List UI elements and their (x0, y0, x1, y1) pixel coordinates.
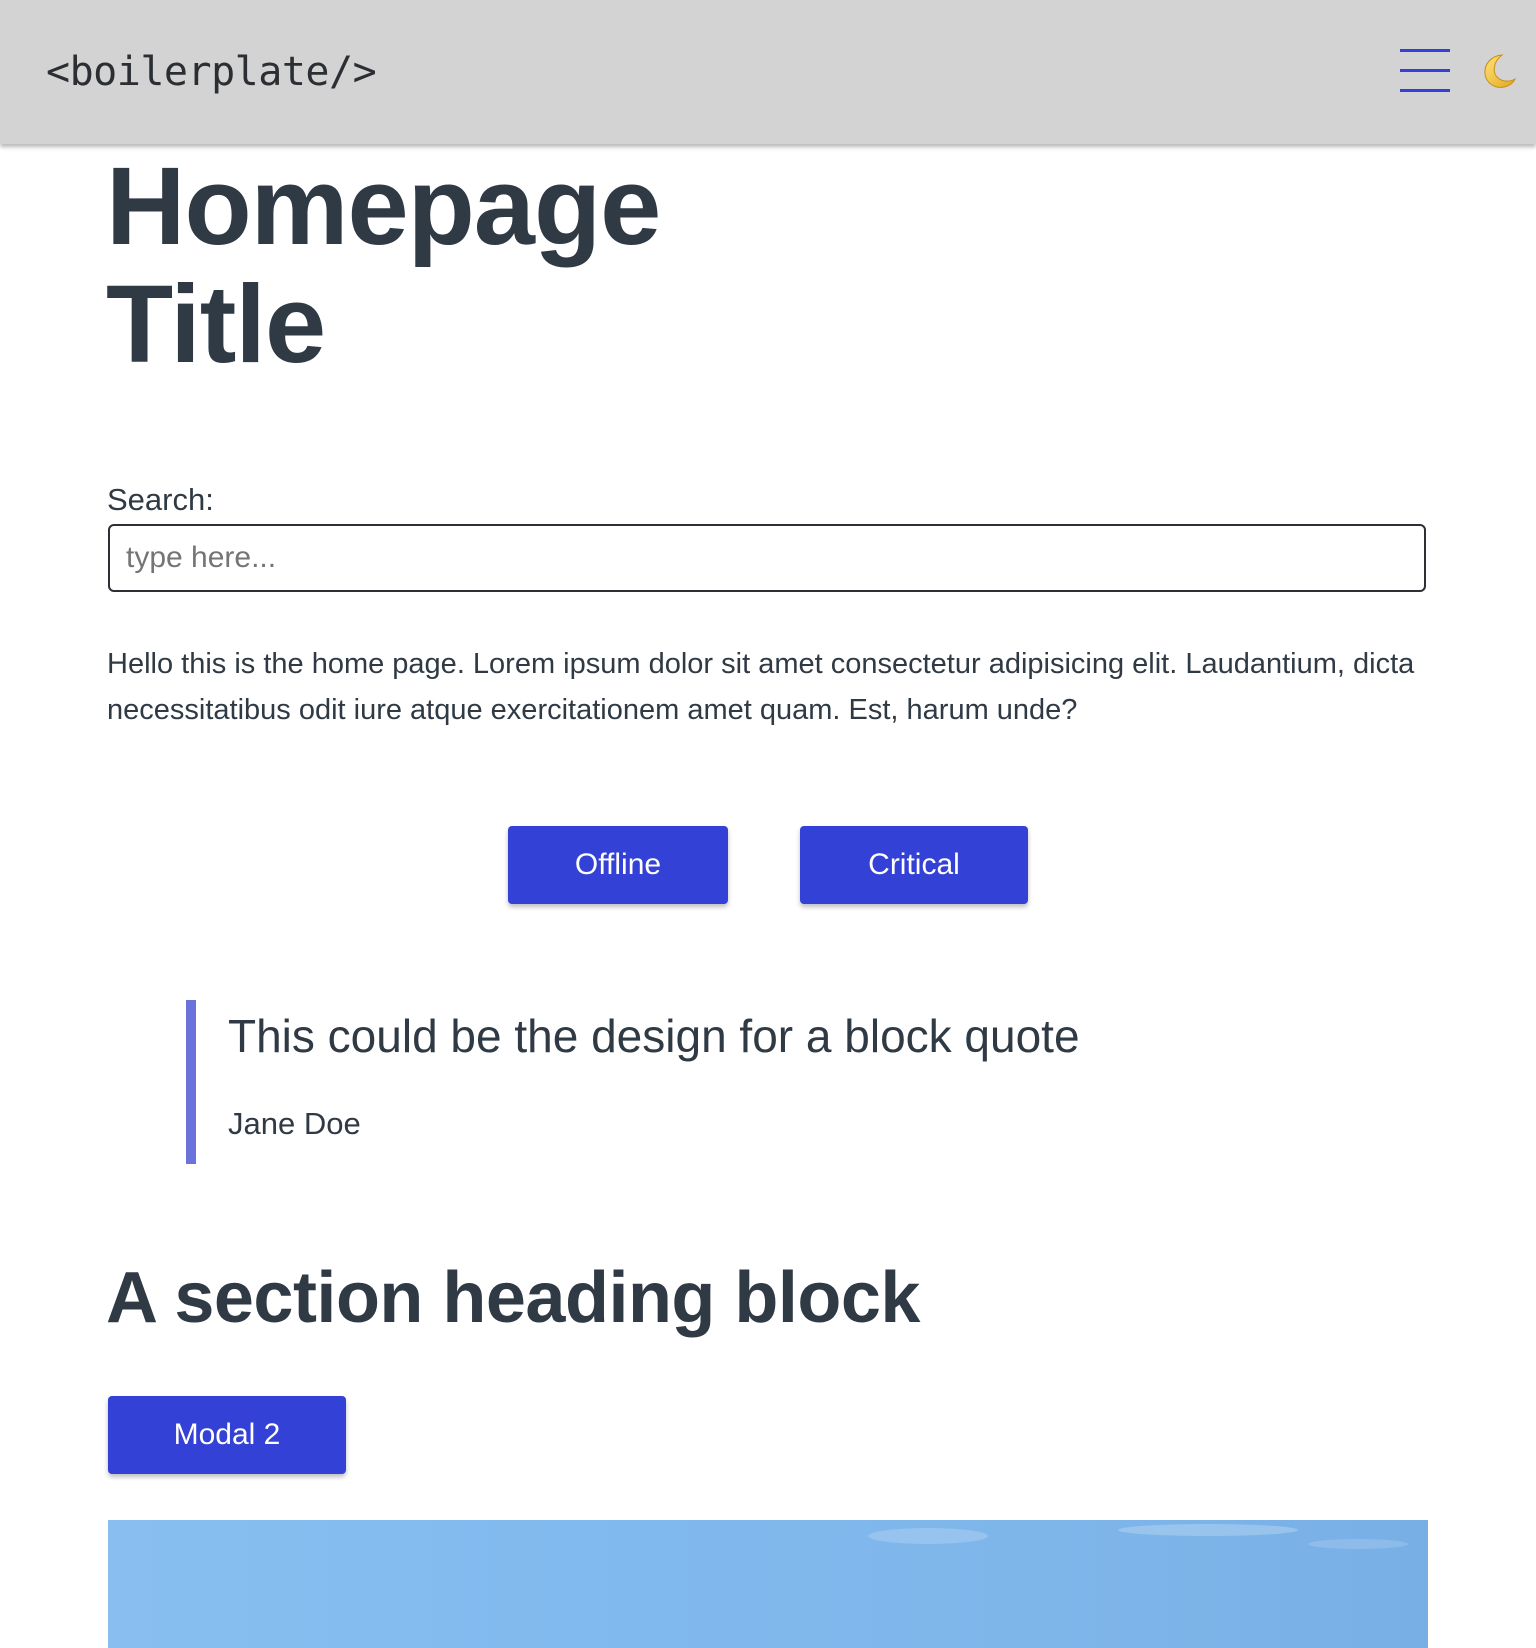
site-header: <boilerplate/> (0, 0, 1536, 144)
hamburger-icon-line-middle (1400, 69, 1450, 72)
brand-logo-link[interactable]: <boilerplate/> (46, 44, 377, 100)
moon-icon (1484, 54, 1517, 88)
quote-text: This could be the design for a block quo… (228, 1010, 1080, 1062)
modal-2-button[interactable]: Modal 2 (108, 1396, 346, 1474)
sky-clouds (868, 1524, 1408, 1549)
hamburger-icon-line-top (1400, 49, 1450, 52)
sky-image (108, 1520, 1428, 1648)
critical-button[interactable]: Critical (800, 826, 1028, 904)
section-heading: A section heading block (106, 1258, 920, 1338)
search-label: Search: (107, 482, 214, 517)
theme-toggle-button[interactable] (1476, 52, 1520, 92)
page-title: Homepage Title (106, 145, 661, 386)
quote-author: Jane Doe (228, 1106, 361, 1141)
offline-button[interactable]: Offline (508, 826, 728, 904)
menu-button[interactable] (1400, 48, 1450, 94)
block-quote: This could be the design for a block quo… (186, 1000, 1346, 1164)
search-input[interactable] (108, 524, 1426, 592)
hamburger-icon-line-bottom (1400, 89, 1450, 92)
intro-paragraph: Hello this is the home page. Lorem ipsum… (107, 648, 1415, 726)
